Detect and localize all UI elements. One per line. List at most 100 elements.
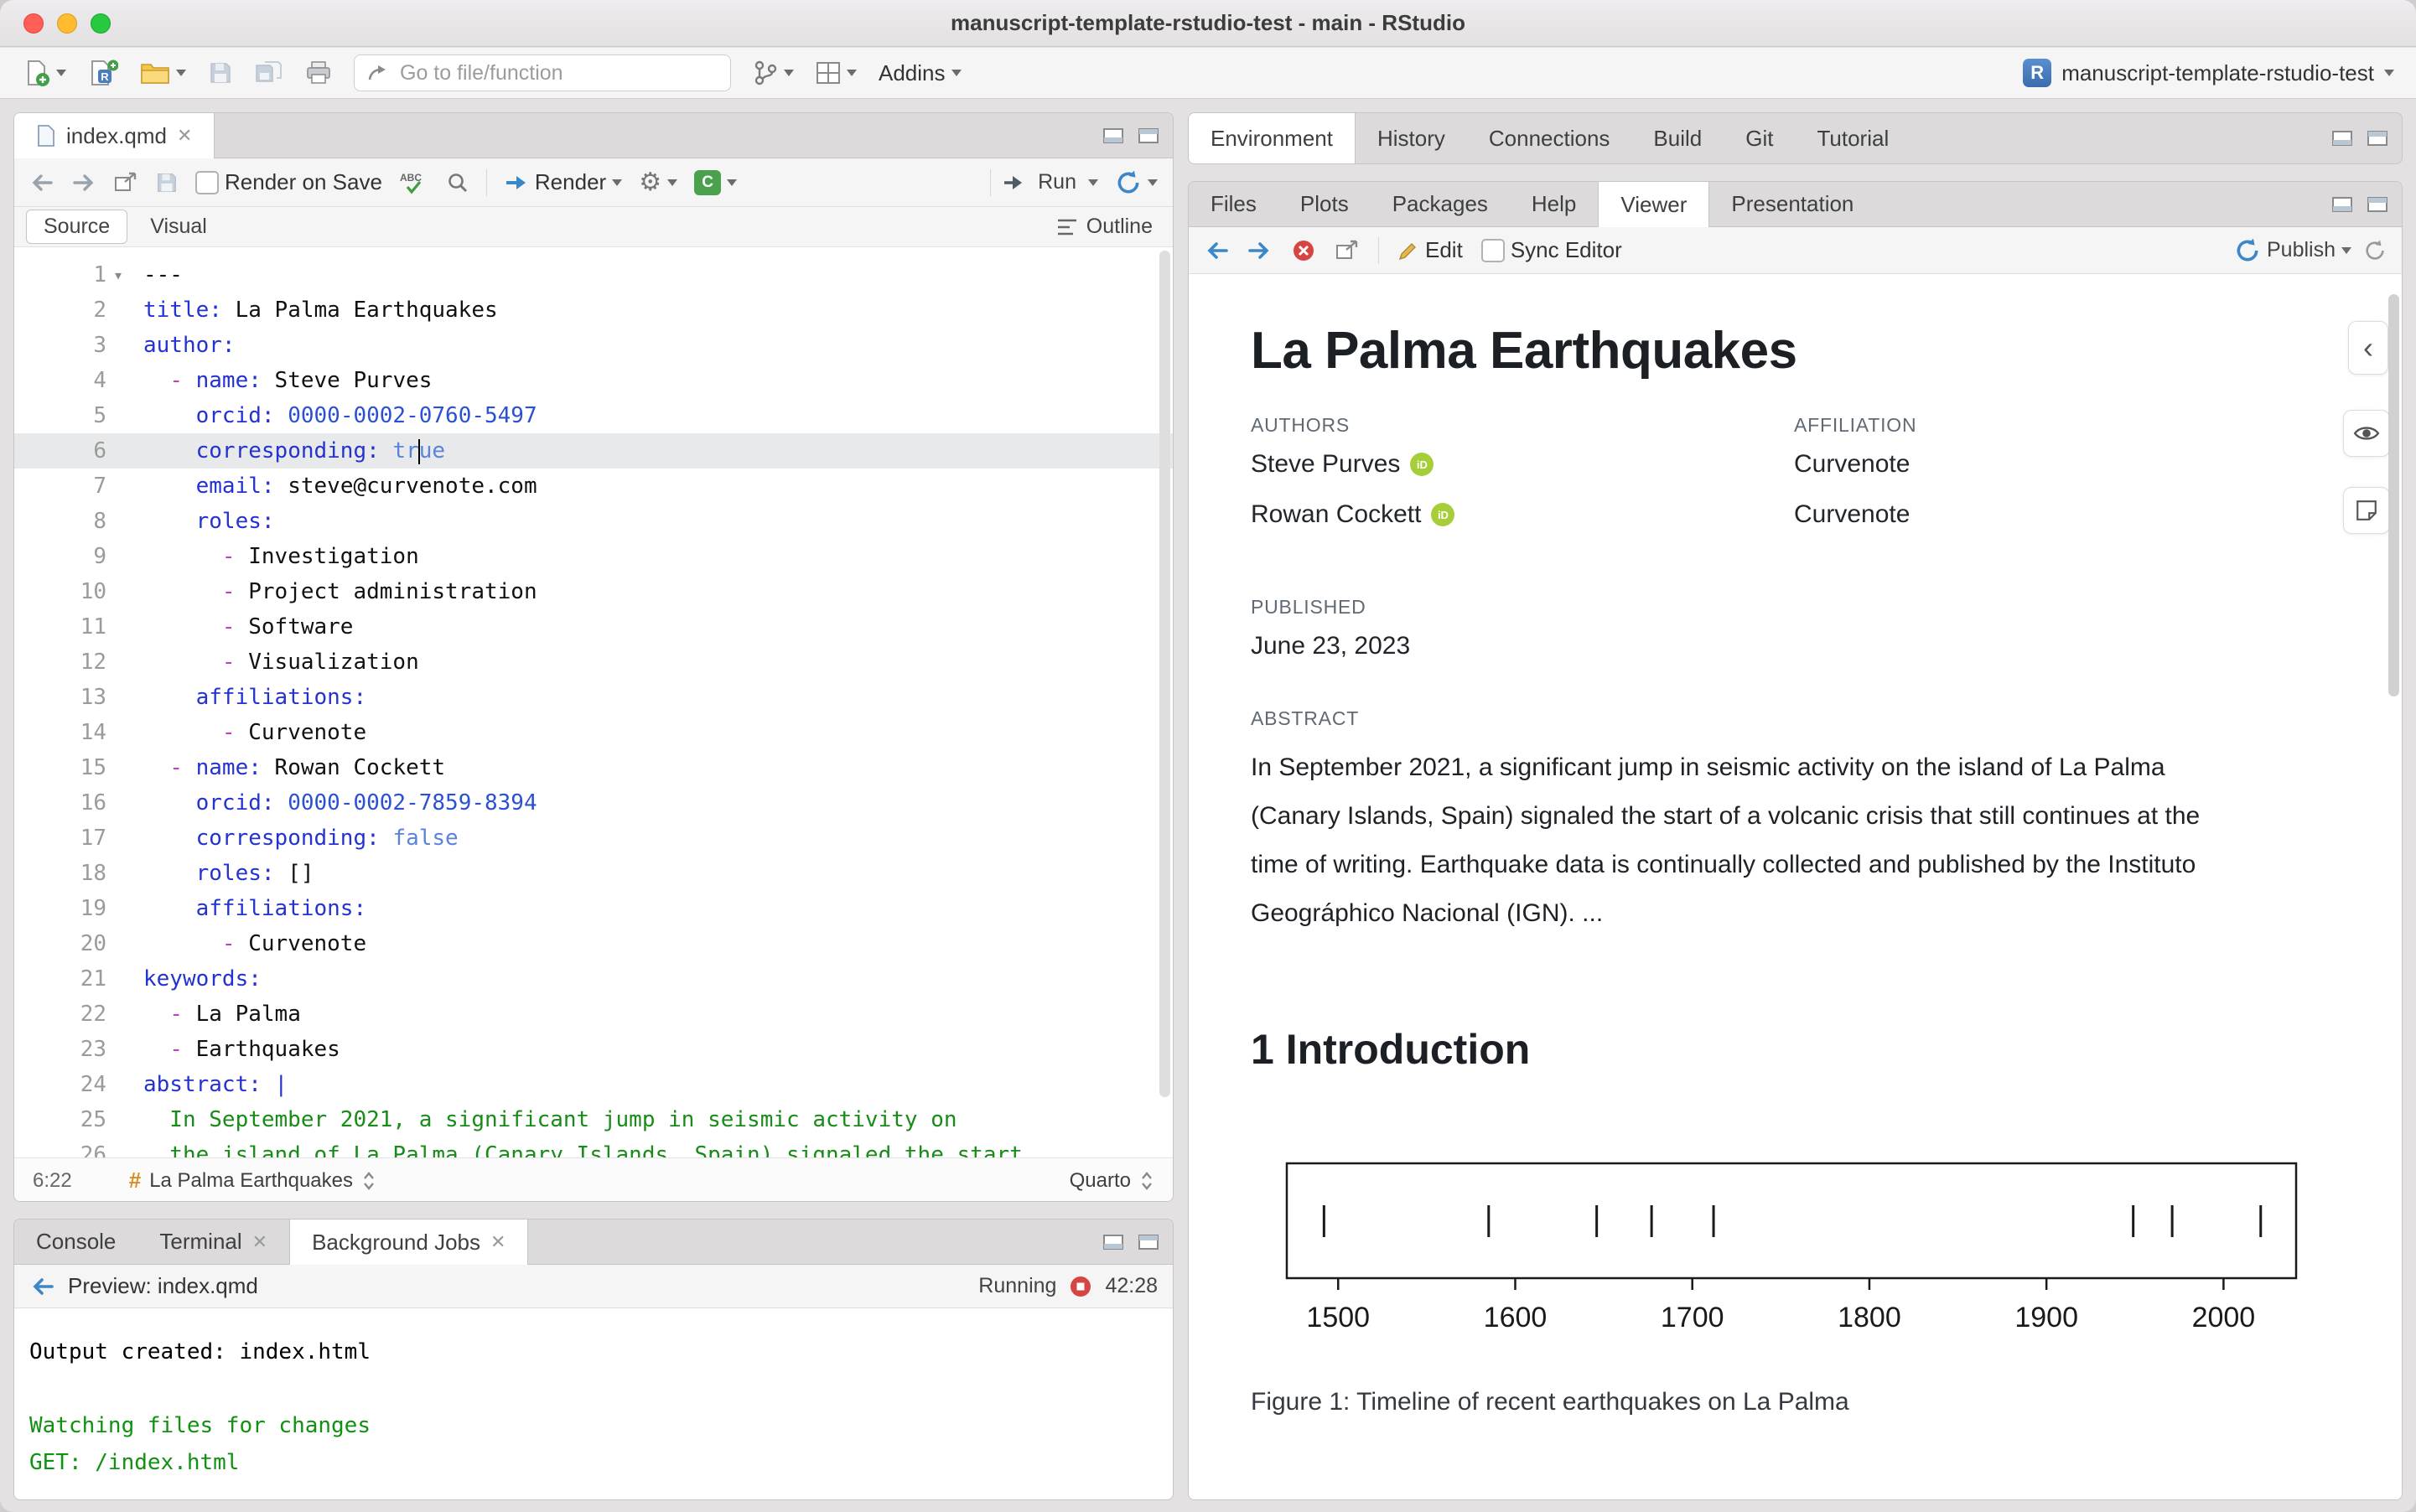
tab-environment[interactable]: Environment	[1189, 113, 1356, 163]
code-line-22[interactable]: 22 - La Palma	[14, 997, 1173, 1032]
file-type-selector[interactable]: Quarto	[1070, 1169, 1154, 1193]
code-line-4[interactable]: 4 - name: Steve Purves	[14, 363, 1173, 398]
workspace-panes-button[interactable]	[816, 61, 857, 85]
publish-button[interactable]	[1115, 169, 1158, 196]
close-icon[interactable]: ✕	[252, 1232, 267, 1251]
minimize-pane-icon[interactable]	[2331, 195, 2353, 214]
back-icon[interactable]	[29, 1276, 54, 1297]
tab-packages[interactable]: Packages	[1371, 182, 1510, 226]
code-line-12[interactable]: 12 - Visualization	[14, 645, 1173, 680]
code-line-18[interactable]: 18 roles: []	[14, 856, 1173, 891]
code-line-23[interactable]: 23 - Earthquakes	[14, 1032, 1173, 1067]
addins-menu[interactable]: Addins	[879, 60, 962, 86]
code-line-13[interactable]: 13 affiliations:	[14, 680, 1173, 715]
toc-collapse-button[interactable]: ‹	[2348, 321, 2388, 375]
back-icon[interactable]	[1204, 240, 1229, 261]
minimize-pane-icon[interactable]	[1102, 1233, 1124, 1251]
editor-scrollbar[interactable]	[1159, 251, 1170, 1097]
stop-icon[interactable]	[1068, 1274, 1093, 1299]
code-line-6[interactable]: 6 corresponding: true	[14, 433, 1173, 469]
code-line-5[interactable]: 5 orcid: 0000-0002-0760-5497	[14, 398, 1173, 433]
code-line-1[interactable]: 1 ▾ ---	[14, 257, 1173, 293]
forward-icon[interactable]	[71, 172, 96, 194]
render-on-save-toggle[interactable]: Render on Save	[195, 169, 382, 195]
close-icon[interactable]: ✕	[490, 1233, 505, 1251]
tab-git[interactable]: Git	[1724, 113, 1795, 163]
save-button[interactable]	[208, 60, 233, 85]
fold-arrow-icon[interactable]: ▾	[106, 257, 143, 293]
print-button[interactable]	[305, 60, 332, 85]
code-line-11[interactable]: 11 - Software	[14, 609, 1173, 645]
new-file-button[interactable]	[22, 59, 66, 87]
goto-file-search[interactable]	[354, 54, 731, 91]
search-icon[interactable]	[446, 171, 469, 194]
tab-console[interactable]: Console	[14, 1219, 137, 1264]
render-button[interactable]: Render	[504, 169, 623, 195]
tab-history[interactable]: History	[1356, 113, 1467, 163]
orcid-icon[interactable]: iD	[1410, 453, 1434, 476]
tab-terminal[interactable]: Terminal ✕	[137, 1219, 289, 1264]
tab-files[interactable]: Files	[1189, 182, 1278, 226]
maximize-pane-icon[interactable]	[2367, 129, 2388, 148]
save-all-button[interactable]	[255, 60, 283, 85]
code-line-19[interactable]: 19 affiliations:	[14, 891, 1173, 926]
code-line-17[interactable]: 17 corresponding: false	[14, 821, 1173, 856]
clear-viewer-icon[interactable]	[1291, 238, 1316, 263]
open-file-button[interactable]	[140, 60, 186, 85]
back-icon[interactable]	[29, 172, 54, 194]
tab-background-jobs[interactable]: Background Jobs ✕	[289, 1219, 529, 1265]
visual-mode-button[interactable]: Visual	[132, 210, 225, 244]
code-line-16[interactable]: 16 orcid: 0000-0002-7859-8394	[14, 785, 1173, 821]
tab-plots[interactable]: Plots	[1278, 182, 1371, 226]
code-line-26[interactable]: 26 the island of La Palma (Canary Island…	[14, 1137, 1173, 1157]
popout-icon[interactable]	[1335, 239, 1360, 262]
tab-presentation[interactable]: Presentation	[1709, 182, 1875, 226]
minimize-pane-icon[interactable]	[2331, 129, 2353, 148]
render-on-save-checkbox[interactable]	[195, 170, 219, 194]
minimize-pane-icon[interactable]	[1102, 127, 1124, 145]
console-output[interactable]: Output created: index.html Watching file…	[14, 1308, 1173, 1481]
tab-viewer[interactable]: Viewer	[1598, 182, 1710, 227]
tab-tutorial[interactable]: Tutorial	[1795, 113, 1911, 163]
code-line-3[interactable]: 3 author:	[14, 328, 1173, 363]
source-mode-button[interactable]: Source	[26, 210, 128, 244]
code-line-21[interactable]: 21 keywords:	[14, 961, 1173, 997]
viewer-content[interactable]: La Palma Earthquakes AUTHORS AFFILIATION…	[1189, 274, 2402, 1499]
insert-chunk-button[interactable]: C	[694, 169, 738, 195]
outline-toggle[interactable]: Outline	[1056, 215, 1161, 239]
code-line-20[interactable]: 20 - Curvenote	[14, 926, 1173, 961]
project-menu[interactable]: R manuscript-template-rstudio-test	[2023, 59, 2394, 87]
orcid-icon[interactable]: iD	[1431, 503, 1455, 526]
save-icon[interactable]	[155, 171, 179, 194]
code-editor[interactable]: 1 ▾ --- 2 title: La Palma Earthquakes 3 author…	[14, 247, 1173, 1157]
zoom-window-button[interactable]	[91, 13, 111, 34]
annotate-button[interactable]	[2343, 487, 2390, 534]
reader-view-button[interactable]	[2343, 410, 2390, 457]
code-line-25[interactable]: 25 In September 2021, a significant jump…	[14, 1102, 1173, 1137]
code-line-9[interactable]: 9 - Investigation	[14, 539, 1173, 574]
maximize-pane-icon[interactable]	[2367, 195, 2388, 214]
maximize-pane-icon[interactable]	[1138, 1233, 1159, 1251]
maximize-pane-icon[interactable]	[1138, 127, 1159, 145]
forward-icon[interactable]	[1247, 240, 1273, 261]
code-line-7[interactable]: 7 email: steve@curvenote.com	[14, 469, 1173, 504]
run-button[interactable]: Run	[990, 168, 1098, 196]
spellcheck-icon[interactable]: ABC	[399, 170, 429, 195]
render-options-button[interactable]: ⚙	[639, 169, 678, 195]
tab-build[interactable]: Build	[1631, 113, 1724, 163]
publish-button[interactable]: Publish	[2234, 237, 2351, 264]
code-line-10[interactable]: 10 - Project administration	[14, 574, 1173, 609]
popout-icon[interactable]	[113, 171, 138, 194]
viewer-scrollbar[interactable]	[2388, 294, 2399, 696]
minimize-window-button[interactable]	[57, 13, 77, 34]
edit-button[interactable]: Edit	[1397, 237, 1463, 263]
sync-editor-toggle[interactable]: Sync Editor	[1480, 237, 1622, 263]
code-line-24[interactable]: 24 abstract: |	[14, 1067, 1173, 1102]
code-line-8[interactable]: 8 roles:	[14, 504, 1173, 539]
sync-editor-checkbox[interactable]	[1480, 238, 1505, 262]
close-icon[interactable]: ✕	[177, 127, 192, 145]
tab-connections[interactable]: Connections	[1467, 113, 1632, 163]
tab-help[interactable]: Help	[1510, 182, 1598, 226]
new-project-button[interactable]: R	[88, 59, 118, 87]
goto-file-input[interactable]	[398, 60, 718, 86]
